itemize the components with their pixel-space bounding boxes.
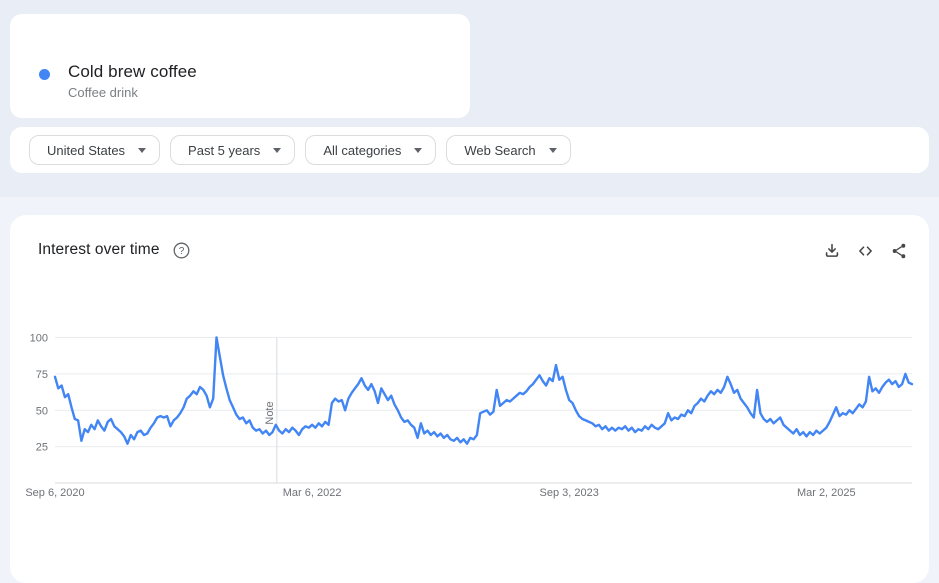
share-icon[interactable] — [890, 242, 908, 260]
search-term-card[interactable]: Cold brew coffee Coffee drink — [10, 14, 470, 118]
filter-time-label: Past 5 years — [188, 142, 261, 158]
filter-geo-label: United States — [47, 142, 126, 158]
svg-text:Mar 6, 2022: Mar 6, 2022 — [283, 487, 342, 499]
svg-text:Sep 6, 2020: Sep 6, 2020 — [25, 487, 84, 499]
chart-title: Interest over time — [38, 241, 160, 258]
series-color-dot — [39, 69, 50, 80]
svg-text:100: 100 — [30, 333, 48, 345]
chart-actions — [823, 242, 908, 260]
trend-line-chart[interactable]: 25 50 75 100 Note Sep 6, 2020 Mar 6, 2022 Sep 3… — [10, 215, 929, 583]
search-term-subtitle: Coffee drink — [68, 85, 138, 100]
filter-search-type-label: Web Search — [464, 142, 536, 158]
search-term-title: Cold brew coffee — [68, 62, 197, 81]
chevron-down-icon — [414, 147, 423, 153]
svg-text:Note: Note — [264, 401, 276, 424]
filter-category[interactable]: All categories — [305, 135, 437, 165]
interest-over-time-card: 25 50 75 100 Note Sep 6, 2020 Mar 6, 2022 Sep 3… — [10, 215, 929, 583]
chevron-down-icon — [138, 147, 147, 153]
chevron-down-icon — [273, 147, 282, 153]
embed-icon[interactable] — [856, 242, 875, 260]
filter-category-label: All categories — [323, 142, 402, 158]
help-icon[interactable]: ? — [173, 242, 190, 259]
filter-search-type[interactable]: Web Search — [446, 135, 571, 165]
svg-text:75: 75 — [36, 369, 48, 381]
svg-text:?: ? — [179, 246, 185, 257]
filter-bar: United States Past 5 years All categorie… — [10, 127, 929, 173]
svg-text:Sep 3, 2023: Sep 3, 2023 — [540, 487, 599, 499]
chevron-down-icon — [548, 147, 557, 153]
svg-text:50: 50 — [36, 405, 48, 417]
svg-text:Mar 2, 2025: Mar 2, 2025 — [797, 487, 856, 499]
svg-text:25: 25 — [36, 442, 48, 454]
filter-time-range[interactable]: Past 5 years — [170, 135, 296, 165]
filter-geo[interactable]: United States — [29, 135, 161, 165]
download-icon[interactable] — [823, 242, 841, 260]
